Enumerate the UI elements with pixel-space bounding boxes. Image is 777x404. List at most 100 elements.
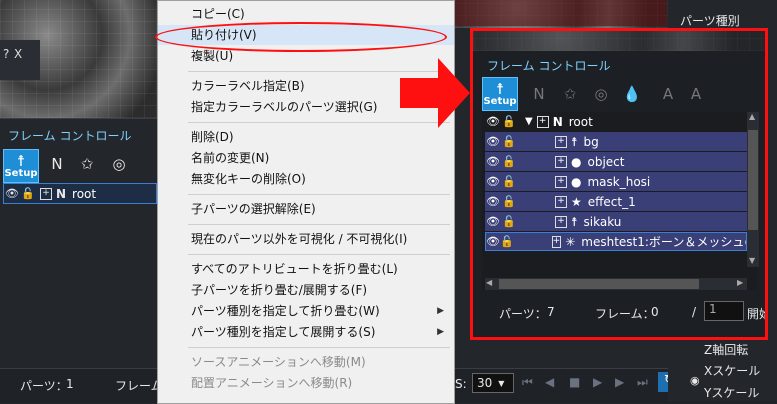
- add-star-icon[interactable]: ✩: [559, 83, 581, 105]
- menu-item-collapse-by-type[interactable]: パーツ種別を指定して折り畳む(W) ▶: [158, 301, 454, 321]
- right-panel-title: フレーム コントロール: [487, 59, 611, 73]
- sidebar-label-z-rotate: Z軸回転: [704, 343, 749, 357]
- lock-icon[interactable]: 🔓: [501, 175, 517, 188]
- start-label: 開始: [747, 307, 765, 321]
- menu-item-copy[interactable]: コピー(C): [158, 4, 454, 24]
- lock-icon[interactable]: 🔓: [501, 115, 517, 128]
- list-item[interactable]: 👁 🔓 + ☨ bg: [485, 132, 747, 151]
- left-frame-control-panel: フレーム コントロール ☨ Setup N ✩ ◎ 👁 🔓 + N root: [0, 118, 157, 369]
- next-frame-icon[interactable]: ▶: [615, 375, 624, 389]
- expand-plus-icon[interactable]: +: [551, 235, 562, 248]
- fps-select[interactable]: 30 ▼: [472, 373, 514, 393]
- skip-start-icon[interactable]: ⏮: [522, 375, 533, 390]
- menu-item-delete[interactable]: 削除(D): [158, 127, 454, 147]
- frame-slash: /: [692, 305, 697, 319]
- horizontal-scrollbar[interactable]: ◀ ▶: [485, 278, 747, 290]
- play-icon[interactable]: ▶: [593, 375, 602, 389]
- left-panel-title: フレーム コントロール: [8, 129, 132, 143]
- visibility-eye-icon[interactable]: 👁: [485, 115, 501, 128]
- setup-figure-icon: ☨: [495, 79, 505, 98]
- skip-end-icon[interactable]: ⏭: [637, 375, 648, 390]
- menu-item-rename[interactable]: 名前の変更(N): [158, 148, 454, 168]
- menu-item-delete-static-keys[interactable]: 無変化キーの削除(O): [158, 169, 454, 189]
- red-canvas-strip: [455, 0, 667, 26]
- list-item[interactable]: 👁 🔓 + ☨ sikaku: [485, 212, 747, 231]
- menu-item-expand-by-type-label: パーツ種別を指定して展開する(S): [191, 325, 376, 339]
- right-setup-button[interactable]: ☨ Setup: [482, 77, 518, 111]
- expand-plus-icon[interactable]: +: [536, 115, 549, 128]
- visibility-eye-icon[interactable]: 👁: [485, 215, 501, 228]
- lock-icon[interactable]: 🔓: [501, 215, 517, 228]
- add-star-icon[interactable]: ✩: [76, 153, 98, 175]
- scroll-down-icon[interactable]: ▼: [749, 256, 755, 265]
- menu-item-toggle-visibility[interactable]: 現在のパーツ以外を可視化 / 不可視化(I): [158, 229, 454, 249]
- collapse-triangle-icon[interactable]: ▼: [525, 116, 533, 127]
- setup-figure-icon: ☨: [16, 151, 26, 170]
- scrollbar-thumb[interactable]: [748, 130, 758, 230]
- visibility-eye-icon[interactable]: 👁: [485, 195, 501, 208]
- list-item[interactable]: 👁 🔓 + ● mask_hosi: [485, 172, 747, 191]
- list-item[interactable]: 👁 🔓 ▼ + N root: [485, 112, 747, 131]
- add-null-icon[interactable]: N: [528, 83, 550, 105]
- scroll-up-icon[interactable]: ▲: [749, 112, 755, 121]
- list-item[interactable]: 👁 🔓 + ✳ meshtest1:ボーン＆メッシュのサ: [485, 232, 747, 251]
- expand-plus-icon[interactable]: +: [555, 135, 567, 148]
- expand-plus-icon[interactable]: +: [555, 175, 567, 188]
- expand-plus-icon[interactable]: +: [40, 187, 52, 200]
- prev-frame-icon[interactable]: ◀: [545, 375, 554, 389]
- burst-type-icon: ✳: [565, 234, 576, 249]
- expand-plus-icon[interactable]: +: [555, 215, 567, 228]
- frame-total-field[interactable]: 1: [704, 301, 744, 321]
- list-item[interactable]: 👁 🔓 + ★ effect_1: [485, 192, 747, 211]
- part-name: sikaku: [583, 214, 622, 229]
- stop-icon[interactable]: ■: [569, 375, 580, 389]
- add-drop-icon[interactable]: 💧: [621, 83, 643, 105]
- submenu-arrow-icon: ▶: [437, 306, 444, 316]
- left-edge-x[interactable]: X: [14, 47, 22, 61]
- panel-bg-texture: [473, 31, 765, 51]
- menu-item-goto-placement-anim[interactable]: 配置アニメーションへ移動(R): [158, 373, 454, 393]
- menu-item-toggle-children[interactable]: 子パーツを折り畳む/展開する(F): [158, 280, 454, 300]
- lock-icon[interactable]: 🔓: [500, 235, 514, 248]
- left-setup-button[interactable]: ☨ Setup: [3, 149, 39, 183]
- visibility-eye-icon[interactable]: 👁: [4, 187, 20, 200]
- text-rotate-alt-icon[interactable]: A: [685, 83, 707, 105]
- list-item[interactable]: 👁 🔓 + ● object: [485, 152, 747, 171]
- scrollbar-thumb[interactable]: [499, 279, 699, 289]
- star-type-icon: ★: [571, 194, 582, 209]
- add-target-icon[interactable]: ◎: [108, 153, 130, 175]
- scroll-right-icon[interactable]: ▶: [737, 278, 743, 287]
- expand-plus-icon[interactable]: +: [555, 155, 567, 168]
- vertical-scrollbar[interactable]: ▲ ▼: [747, 112, 759, 267]
- part-name: meshtest1:ボーン＆メッシュのサ: [581, 235, 746, 249]
- scroll-left-icon[interactable]: ◀: [486, 278, 492, 287]
- lock-icon[interactable]: 🔓: [501, 195, 517, 208]
- left-frame-label: フレーム: [115, 379, 163, 393]
- menu-item-deselect-children[interactable]: 子パーツの選択解除(E): [158, 199, 454, 219]
- figure-type-icon: ☨: [571, 214, 578, 229]
- fps-value: 30: [477, 376, 493, 390]
- part-name: effect_1: [587, 194, 636, 209]
- add-target-icon[interactable]: ◎: [590, 83, 612, 105]
- lock-icon[interactable]: 🔓: [20, 187, 36, 200]
- left-edge-q[interactable]: ?: [3, 47, 9, 61]
- radio-icon[interactable]: ◉: [690, 374, 700, 387]
- add-null-icon[interactable]: N: [46, 153, 68, 175]
- part-name: root: [568, 114, 593, 129]
- text-rotate-icon[interactable]: A: [657, 83, 679, 105]
- lock-icon[interactable]: 🔓: [501, 155, 517, 168]
- visibility-eye-icon[interactable]: 👁: [485, 135, 501, 148]
- expand-plus-icon[interactable]: +: [555, 195, 567, 208]
- sidebar-label-x-scale: Xスケール: [704, 364, 761, 378]
- menu-item-expand-by-type[interactable]: パーツ種別を指定して展開する(S) ▶: [158, 322, 454, 342]
- menu-item-collapse-attributes[interactable]: すべてのアトリビュートを折り畳む(L): [158, 259, 454, 279]
- lock-icon[interactable]: 🔓: [501, 135, 517, 148]
- visibility-eye-icon[interactable]: 👁: [485, 175, 501, 188]
- visibility-eye-icon[interactable]: 👁: [485, 155, 501, 168]
- menu-item-goto-source-anim[interactable]: ソースアニメーションへ移動(M): [158, 352, 454, 372]
- circle-type-icon: ●: [571, 154, 582, 169]
- frame-total-value: 1: [709, 302, 717, 316]
- left-row-root[interactable]: 👁 🔓 + N root: [3, 183, 157, 204]
- visibility-eye-icon[interactable]: 👁: [486, 235, 500, 248]
- chevron-down-icon: ▼: [498, 378, 505, 388]
